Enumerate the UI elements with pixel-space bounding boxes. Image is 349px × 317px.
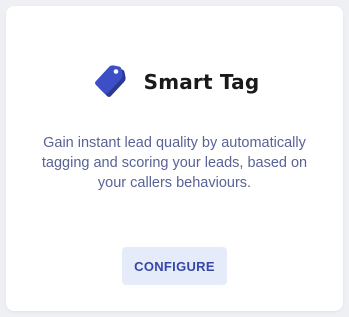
tag-icon [90,62,130,102]
card-title: Smart Tag [143,70,260,94]
configure-button[interactable]: CONFIGURE [122,247,227,285]
card-header: Smart Tag [6,60,343,104]
smart-tag-card: Smart Tag Gain instant lead quality by a… [6,6,343,311]
card-description: Gain instant lead quality by automatical… [41,135,308,191]
